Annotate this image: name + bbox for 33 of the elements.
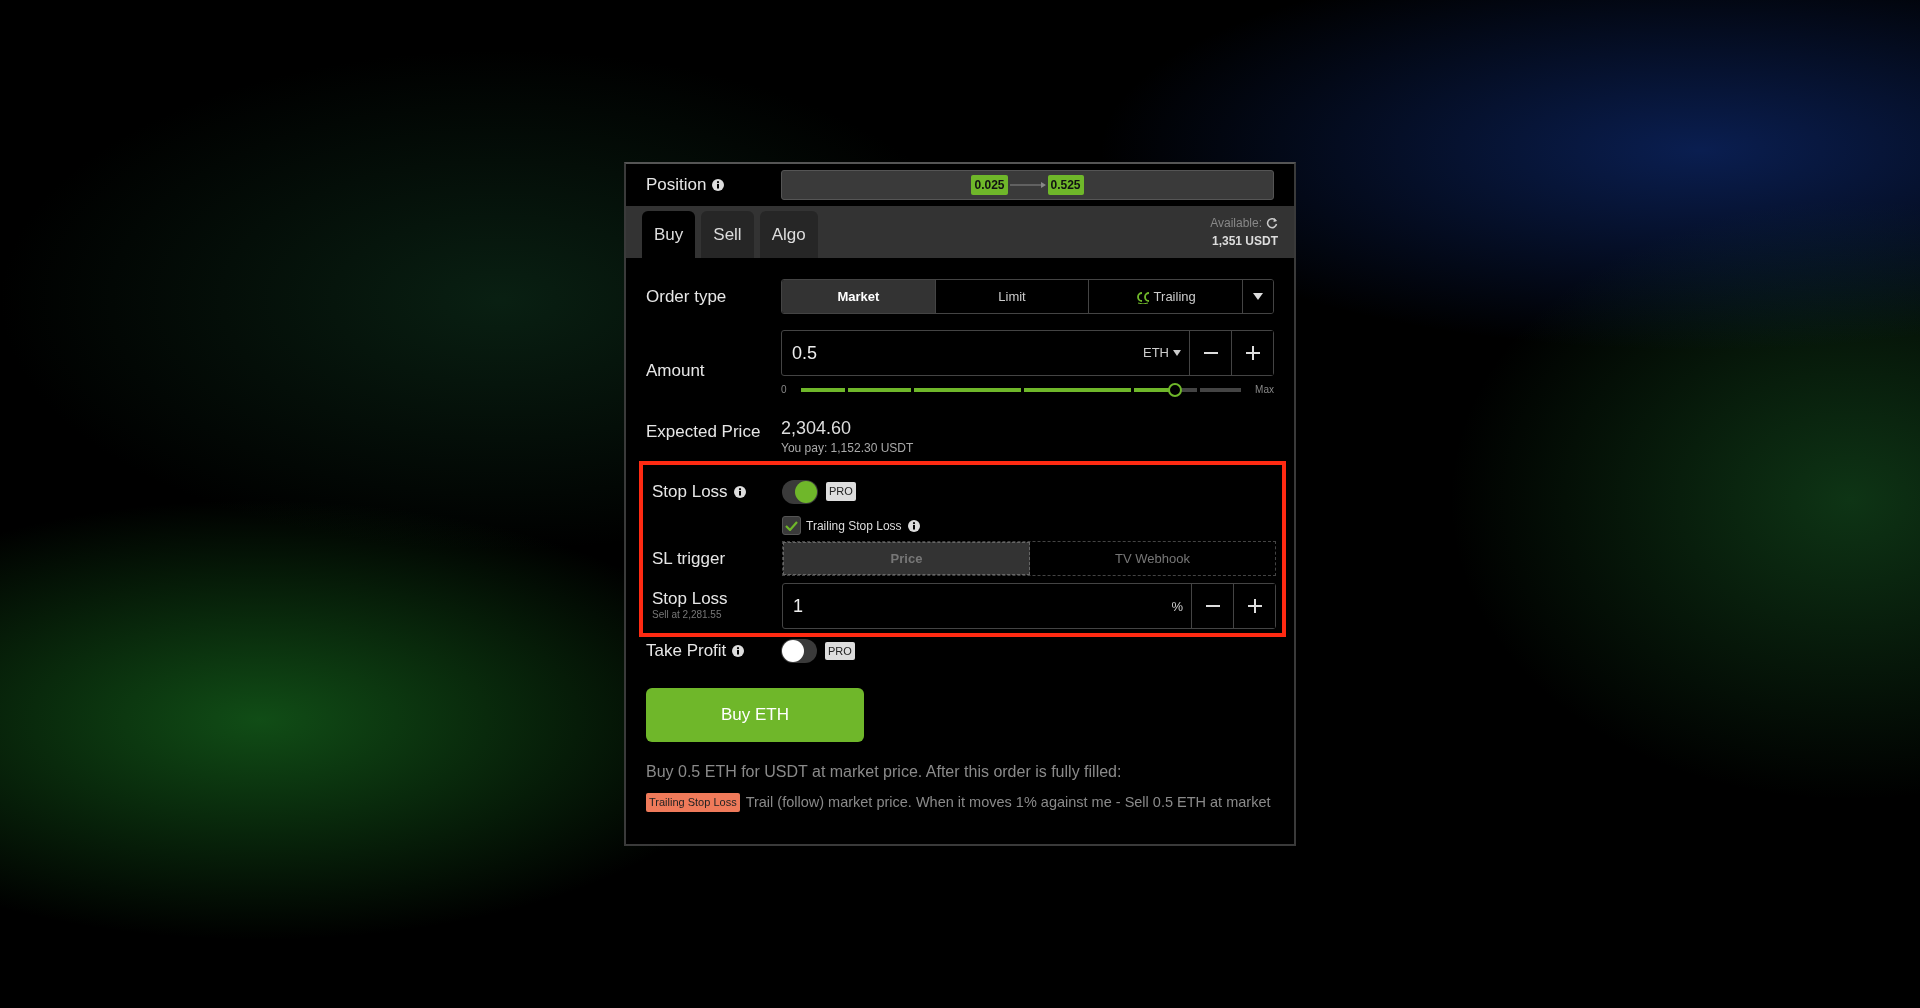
order-tab[interactable]: Buy bbox=[642, 210, 696, 258]
amount-input-group[interactable]: 0.5 ETH bbox=[781, 330, 1274, 376]
field-label: SL trigger bbox=[652, 548, 726, 571]
checkbox-label: Trailing Stop Loss bbox=[806, 517, 902, 535]
slider-min-label: 0 bbox=[781, 383, 787, 397]
field-label: Expected Price bbox=[646, 421, 761, 443]
expected-price: 2,304.60 bbox=[781, 419, 853, 439]
field-label: Position bbox=[646, 174, 707, 197]
stop-loss-field[interactable]: 1 bbox=[783, 591, 1172, 621]
pro-tag: PRO bbox=[826, 482, 856, 501]
field-label: Amount bbox=[646, 360, 705, 382]
slider-max-label: Max bbox=[1255, 383, 1274, 397]
order-tab[interactable]: Algo bbox=[759, 210, 818, 258]
pro-tag: PRO bbox=[825, 641, 855, 661]
order-tag: Trailing Stop Loss bbox=[646, 793, 740, 812]
position-value: 0.525 bbox=[1047, 175, 1084, 195]
order-summary: Buy 0.5 ETH for USDT at market price. After this order is fully filled: bbox=[645, 761, 1123, 782]
order-tab[interactable]: Sell bbox=[701, 210, 754, 258]
position-value: 0.025 bbox=[971, 175, 1008, 195]
payment-note: You pay: 1,152.30 USDT bbox=[781, 439, 915, 457]
unit-label: % bbox=[1171, 597, 1184, 616]
field-label: Take Profit bbox=[646, 640, 727, 663]
available-balance: 1,351 USDT bbox=[1210, 233, 1278, 250]
order-type-option[interactable]: Market bbox=[782, 280, 936, 313]
stop-loss-input-group[interactable]: 1 % bbox=[782, 583, 1276, 630]
amount-field[interactable]: 0.5 bbox=[782, 338, 1137, 368]
field-label: Order type bbox=[646, 285, 727, 308]
sell-price-note: Sell at 2,281.55 bbox=[652, 608, 723, 623]
field-label: Stop Loss bbox=[652, 590, 729, 608]
order-description: Trail (follow) market price. When it moves 1% against me - Sell 0.5 ETH at market bbox=[745, 792, 1271, 812]
unit-dropdown[interactable]: ETH bbox=[1137, 342, 1189, 364]
available-label: Available: bbox=[1210, 215, 1262, 232]
field-label: Stop Loss bbox=[652, 480, 728, 503]
